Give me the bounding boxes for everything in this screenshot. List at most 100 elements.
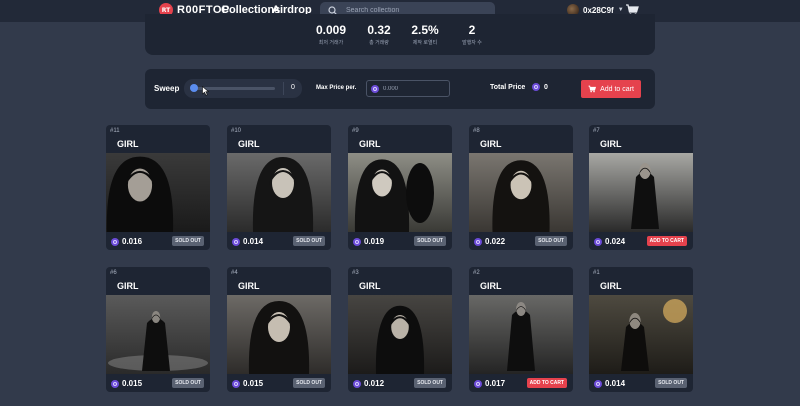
total-price-label: Total Price xyxy=(490,84,526,91)
nft-price: 0.022 xyxy=(474,237,505,246)
nft-name: GIRL xyxy=(600,139,622,149)
sweep-label: Sweep xyxy=(154,84,180,93)
nft-name: GIRL xyxy=(117,139,139,149)
add-to-cart-button[interactable]: Add to cart xyxy=(581,80,641,98)
nft-card-3[interactable]: #3 GIRL 0.012 SOLD OUT xyxy=(348,267,452,392)
nft-price: 0.017 xyxy=(474,379,505,388)
token-icon xyxy=(474,237,482,246)
token-number: #3 xyxy=(352,270,359,276)
token-number: #7 xyxy=(593,128,600,134)
price-value: 0.014 xyxy=(243,237,264,246)
sweep-panel: Sweep 0 Max Price per. Total Price 0 Add… xyxy=(145,69,655,109)
sold-out-badge: SOLD OUT xyxy=(293,236,325,246)
nft-image xyxy=(469,295,573,374)
total-price: 0 xyxy=(532,83,548,91)
token-number: #11 xyxy=(110,128,120,134)
add-to-cart-label: Add to cart xyxy=(600,85,634,93)
nft-card-7[interactable]: #7 GIRL 0.024 ADD TO CART xyxy=(589,125,693,250)
token-icon xyxy=(111,379,119,388)
price-value: 0.017 xyxy=(485,379,506,388)
token-icon xyxy=(232,379,240,388)
sweep-count: 0 xyxy=(291,84,295,91)
nft-name: GIRL xyxy=(359,281,381,291)
max-price-field[interactable] xyxy=(366,80,450,97)
sold-out-badge: SOLD OUT xyxy=(655,378,687,388)
nft-image xyxy=(348,295,452,374)
nft-card-8[interactable]: #8 GIRL 0.022 SOLD OUT xyxy=(469,125,573,250)
price-value: 0.022 xyxy=(485,237,506,246)
nft-price: 0.024 xyxy=(594,237,625,246)
nft-card-10[interactable]: #10 GIRL 0.014 SOLD OUT xyxy=(227,125,331,250)
nft-price: 0.019 xyxy=(353,237,384,246)
price-value: 0.016 xyxy=(122,237,143,246)
add-to-cart-button[interactable]: ADD TO CART xyxy=(526,378,567,388)
sold-out-badge: SOLD OUT xyxy=(172,236,204,246)
sold-out-badge: SOLD OUT xyxy=(535,236,567,246)
nft-name: GIRL xyxy=(480,281,502,291)
nft-price: 0.015 xyxy=(232,379,263,388)
nft-price: 0.016 xyxy=(111,237,142,246)
token-number: #2 xyxy=(473,270,480,276)
collection-stats: 0.009 최저 거래가 0.32 총 거래량 2.5% 제작 로열티 2 발행… xyxy=(145,14,655,55)
sold-out-badge: SOLD OUT xyxy=(414,378,446,388)
token-number: #8 xyxy=(473,128,480,134)
nft-image xyxy=(469,153,573,232)
total-price-value: 0 xyxy=(544,83,548,91)
token-icon xyxy=(532,83,540,91)
token-icon xyxy=(353,237,361,246)
search-input[interactable] xyxy=(346,7,486,14)
sold-out-badge: SOLD OUT xyxy=(293,378,325,388)
nft-image xyxy=(106,295,210,374)
nft-name: GIRL xyxy=(359,139,381,149)
nft-price: 0.012 xyxy=(353,379,384,388)
nft-card-9[interactable]: #9 GIRL 0.019 SOLD OUT xyxy=(348,125,452,250)
price-value: 0.024 xyxy=(605,237,626,246)
divider xyxy=(283,82,284,95)
stat-label: 발행자 수 xyxy=(462,40,482,46)
cart-icon xyxy=(588,85,597,93)
nft-card-6[interactable]: #6 GIRL 0.015 SOLD OUT xyxy=(106,267,210,392)
token-icon xyxy=(594,379,602,388)
price-value: 0.019 xyxy=(364,237,385,246)
stat-value: 2 xyxy=(468,23,476,37)
nft-price: 0.015 xyxy=(111,379,142,388)
nft-card-2[interactable]: #2 GIRL 0.017 ADD TO CART xyxy=(469,267,573,392)
price-value: 0.015 xyxy=(243,379,264,388)
chevron-down-icon: ▼ xyxy=(617,7,624,13)
token-icon xyxy=(353,379,361,388)
token-icon xyxy=(474,379,482,388)
max-price-label: Max Price per. xyxy=(316,85,357,91)
nft-image xyxy=(589,153,693,232)
nft-name: GIRL xyxy=(238,139,260,149)
nft-name: GIRL xyxy=(117,281,139,291)
nft-name: GIRL xyxy=(480,139,502,149)
slider-thumb[interactable] xyxy=(190,84,198,92)
nft-name: GIRL xyxy=(600,281,622,291)
token-number: #6 xyxy=(110,270,117,276)
token-number: #1 xyxy=(593,270,600,276)
token-icon xyxy=(371,84,379,93)
sold-out-badge: SOLD OUT xyxy=(172,378,204,388)
token-number: #4 xyxy=(231,270,238,276)
nft-image xyxy=(589,295,693,374)
nft-card-1[interactable]: #1 GIRL 0.014 SOLD OUT xyxy=(589,267,693,392)
max-price-input[interactable] xyxy=(383,85,443,92)
nft-image xyxy=(106,153,210,232)
token-icon xyxy=(232,237,240,246)
nft-image xyxy=(227,153,331,232)
stat-holders: 2 발행자 수 xyxy=(437,24,507,46)
token-number: #9 xyxy=(352,128,359,134)
sold-out-badge: SOLD OUT xyxy=(414,236,446,246)
token-number: #10 xyxy=(231,128,242,134)
nft-card-4[interactable]: #4 GIRL 0.015 SOLD OUT xyxy=(227,267,331,392)
price-value: 0.012 xyxy=(364,379,385,388)
add-to-cart-button[interactable]: ADD TO CART xyxy=(646,236,687,246)
nft-card-11[interactable]: #11 GIRL 0.016 SOLD OUT xyxy=(106,125,210,250)
nft-price: 0.014 xyxy=(232,237,263,246)
price-value: 0.015 xyxy=(122,379,143,388)
nft-image xyxy=(227,295,331,374)
token-icon xyxy=(594,237,602,246)
nft-name: GIRL xyxy=(238,281,260,291)
token-icon xyxy=(111,237,119,246)
nft-price: 0.014 xyxy=(594,379,625,388)
